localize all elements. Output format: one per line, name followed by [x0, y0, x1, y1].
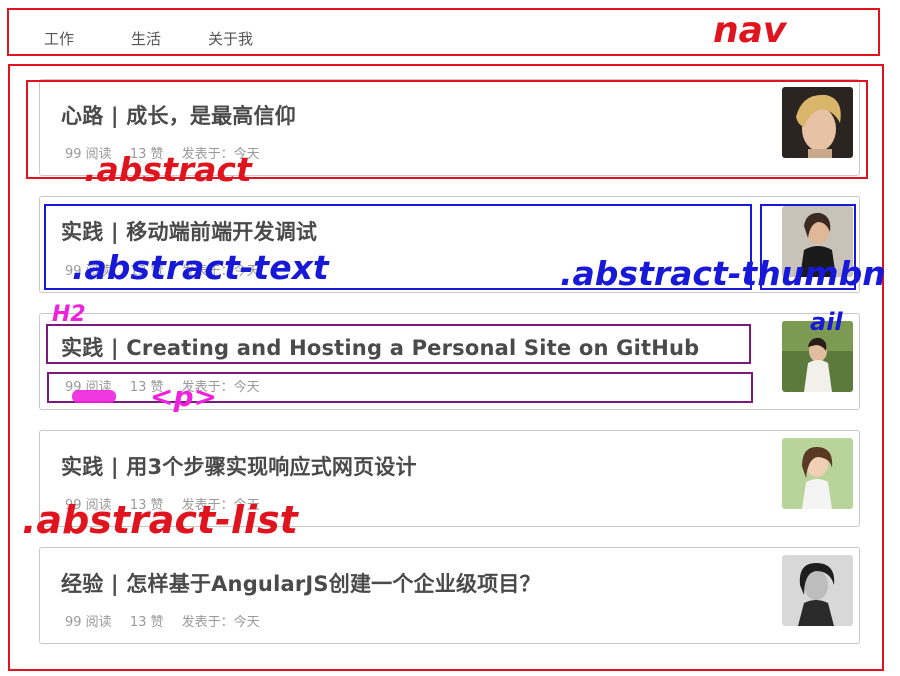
abstract-card[interactable]: 实践 | 用3个步骤实现响应式网页设计 99 阅读 13 赞 发表于：今天	[39, 430, 860, 527]
abstract-meta: 99 阅读 13 赞 发表于：今天	[65, 494, 274, 513]
nav-item-work[interactable]: 工作	[44, 28, 74, 49]
read-count: 99 阅读	[65, 380, 112, 395]
post-date: 发表于：今天	[181, 498, 260, 513]
abstract-title[interactable]: 经验 | 怎样基于AngularJS创建一个企业级项目？	[61, 568, 541, 598]
read-count: 99 阅读	[65, 615, 112, 630]
read-count: 99 阅读	[65, 147, 112, 162]
post-date: 发表于：今天	[181, 380, 260, 395]
post-date: 发表于：今天	[181, 147, 260, 162]
abstract-thumbnail[interactable]	[782, 206, 853, 277]
abstract-title[interactable]: 实践 | 用3个步骤实现响应式网页设计	[61, 451, 417, 481]
like-count: 13 赞	[129, 147, 164, 162]
abstract-thumbnail[interactable]	[782, 321, 853, 392]
like-count: 13 赞	[129, 615, 164, 630]
abstract-card[interactable]: 实践 | 移动端前端开发调试 99 阅读 13 赞 发表于：今天	[39, 196, 860, 293]
abstract-title[interactable]: 实践 | Creating and Hosting a Personal Sit…	[61, 332, 699, 362]
abstract-title[interactable]: 心路 | 成长，是最高信仰	[61, 100, 296, 130]
read-count: 99 阅读	[65, 264, 112, 279]
abstract-card[interactable]: 实践 | Creating and Hosting a Personal Sit…	[39, 313, 860, 410]
abstract-card[interactable]: 经验 | 怎样基于AngularJS创建一个企业级项目？ 99 阅读 13 赞 …	[39, 547, 860, 644]
like-count: 13 赞	[129, 264, 164, 279]
abstract-card[interactable]: 心路 | 成长，是最高信仰 99 阅读 13 赞 发表于：今天	[39, 79, 860, 176]
nav-bar: 工作 生活 关于我	[7, 8, 880, 56]
abstract-meta: 99 阅读 13 赞 发表于：今天	[65, 376, 274, 395]
nav-item-life[interactable]: 生活	[131, 28, 161, 49]
nav-item-about[interactable]: 关于我	[208, 28, 253, 49]
abstract-meta: 99 阅读 13 赞 发表于：今天	[65, 611, 274, 630]
post-date: 发表于：今天	[181, 615, 260, 630]
abstract-meta: 99 阅读 13 赞 发表于：今天	[65, 143, 274, 162]
abstract-thumbnail[interactable]	[782, 438, 853, 509]
read-count: 99 阅读	[65, 498, 112, 513]
like-count: 13 赞	[129, 498, 164, 513]
abstract-title[interactable]: 实践 | 移动端前端开发调试	[61, 216, 317, 246]
abstract-thumbnail[interactable]	[782, 87, 853, 158]
like-count: 13 赞	[129, 380, 164, 395]
abstract-thumbnail[interactable]	[782, 555, 853, 626]
post-date: 发表于：今天	[181, 264, 260, 279]
abstract-meta: 99 阅读 13 赞 发表于：今天	[65, 260, 274, 279]
